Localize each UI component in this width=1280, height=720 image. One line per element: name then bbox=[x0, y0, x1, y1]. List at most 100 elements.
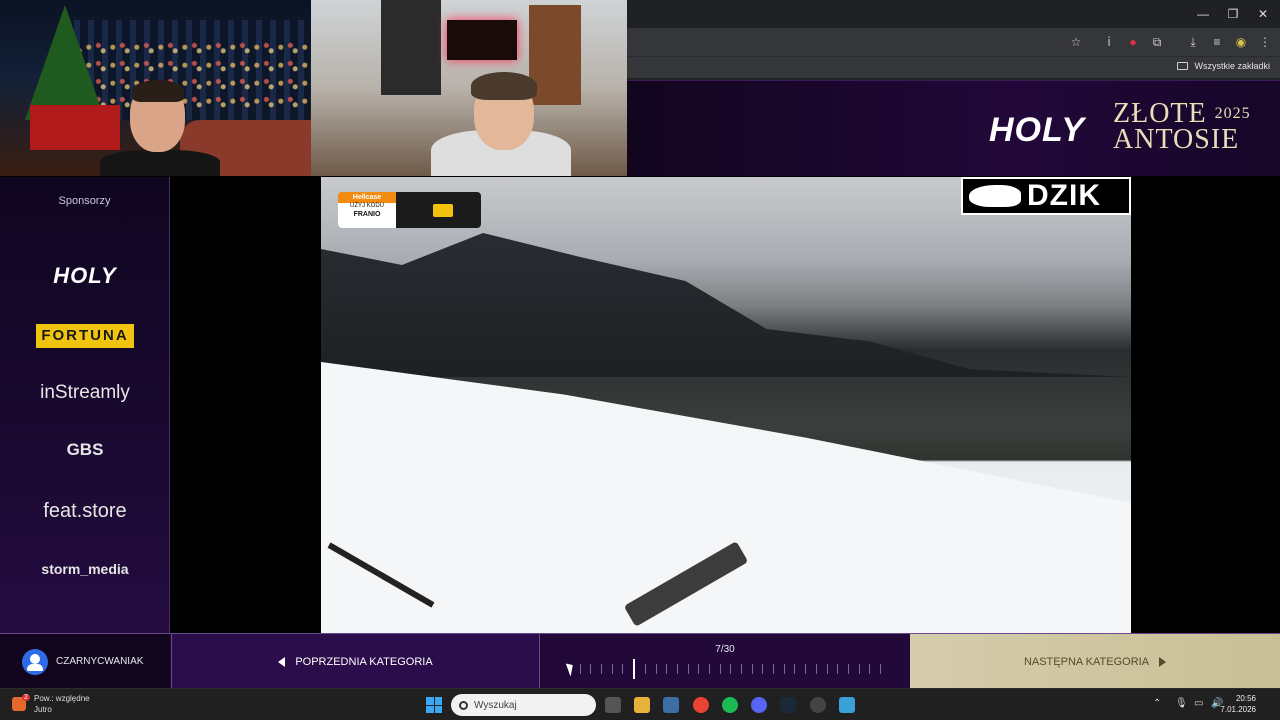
menu-icon[interactable]: ⋮ bbox=[1257, 34, 1273, 50]
app-icon[interactable] bbox=[839, 697, 855, 713]
event-banner: HOLY ZŁOTE 2025 ANTOSIE bbox=[627, 80, 1280, 176]
previous-category-label: POPRZEDNIA KATEGORIA bbox=[295, 655, 433, 668]
weather-widget[interactable]: 2 Pow.: względne Jutro bbox=[12, 693, 90, 715]
progress-tick bbox=[762, 664, 764, 674]
weather-text: Pow.: względne Jutro bbox=[34, 693, 90, 715]
download-icon[interactable]: ⤓ bbox=[1185, 34, 1201, 50]
browser-window: — ❐ ✕ ☆ ⅰ ● ⧉ ⤓ ≡ ◉ ⋮ Wszystkie zakładki bbox=[627, 0, 1280, 80]
browser-toolbar: ☆ ⅰ ● ⧉ ⤓ ≡ ◉ ⋮ bbox=[627, 28, 1280, 56]
progress-tick bbox=[847, 664, 849, 674]
bookmarks-bar: Wszystkie zakładki bbox=[627, 56, 1280, 78]
progress-tick bbox=[590, 664, 592, 674]
progress-tick bbox=[622, 664, 624, 674]
record-icon[interactable]: ● bbox=[1125, 34, 1141, 50]
progress-tick bbox=[879, 664, 881, 674]
sponsors-sidebar: Sponsorzy HOLY FORTUNA inStreamly GBS fe… bbox=[0, 177, 170, 633]
progress-ticks bbox=[569, 659, 881, 679]
search-icon bbox=[459, 700, 468, 710]
network-icon[interactable]: ▭ bbox=[1194, 698, 1203, 709]
shelf bbox=[381, 0, 441, 95]
microphone-icon[interactable]: 🎙 bbox=[1175, 698, 1188, 709]
minimize-button[interactable]: — bbox=[1189, 4, 1217, 24]
arrow-right-icon bbox=[1159, 656, 1167, 667]
windows-taskbar: 2 Pow.: względne Jutro Wyszukaj ⌃ 🎙 ▭ 🔊 … bbox=[0, 688, 1280, 720]
clock[interactable]: 20:56 7.01.2026 bbox=[1220, 693, 1256, 715]
avatar bbox=[22, 648, 48, 675]
category-progress: 7/30 bbox=[541, 634, 909, 689]
user-info: CZARNYCWANIAK bbox=[0, 634, 170, 689]
hellcase-badge: Hellcase UŻYJ KODU FRANIO bbox=[338, 192, 396, 228]
all-bookmarks-button[interactable]: Wszystkie zakładki bbox=[1177, 61, 1270, 71]
store-icon[interactable] bbox=[663, 697, 679, 713]
folder-icon bbox=[1177, 62, 1189, 70]
weather-icon: 2 bbox=[12, 694, 30, 711]
progress-tick bbox=[611, 664, 613, 674]
spotify-icon[interactable] bbox=[722, 697, 738, 713]
steam-icon[interactable] bbox=[780, 697, 796, 713]
previous-category-button[interactable]: POPRZEDNIA KATEGORIA bbox=[171, 634, 540, 689]
progress-tick-active bbox=[633, 659, 636, 679]
restore-button[interactable]: ❐ bbox=[1219, 4, 1247, 24]
progress-tick bbox=[601, 664, 603, 674]
next-category-button[interactable]: NASTĘPNA KATEGORIA bbox=[910, 634, 1280, 689]
progress-label: 7/30 bbox=[715, 644, 735, 655]
sponsor-featstore: feat.store bbox=[43, 500, 127, 522]
dzik-label: DZIK bbox=[1027, 179, 1101, 212]
gifts bbox=[30, 105, 120, 150]
webcam-left bbox=[0, 0, 311, 176]
progress-tick bbox=[837, 664, 839, 674]
streamer-body bbox=[100, 150, 220, 176]
puzzle-icon[interactable]: ⧉ bbox=[1149, 34, 1165, 50]
progress-tick bbox=[698, 664, 700, 674]
profile-icon[interactable]: ◉ bbox=[1233, 34, 1249, 50]
obs-icon[interactable] bbox=[810, 697, 826, 713]
all-bookmarks-label: Wszystkie zakładki bbox=[1194, 61, 1270, 71]
time: 20:56 bbox=[1235, 694, 1256, 703]
close-button[interactable]: ✕ bbox=[1249, 4, 1277, 24]
start-button[interactable] bbox=[426, 697, 442, 713]
extension-icon[interactable]: ⅰ bbox=[1101, 34, 1117, 50]
dzik-logo: DZIK bbox=[961, 177, 1131, 215]
weather-badge: 2 bbox=[22, 694, 30, 701]
sponsors-title: Sponsorzy bbox=[58, 195, 111, 207]
chrome-icon[interactable] bbox=[693, 697, 709, 713]
progress-tick bbox=[676, 664, 678, 674]
progress-tick bbox=[708, 664, 710, 674]
progress-tick bbox=[794, 664, 796, 674]
event-title: ZŁOTE 2025 ANTOSIE bbox=[1113, 100, 1251, 155]
sponsor-stormmedia: storm_media bbox=[41, 561, 129, 577]
titlebar: — ❐ ✕ bbox=[627, 0, 1280, 28]
taskbar-search[interactable]: Wyszukaj bbox=[451, 694, 596, 716]
snow-slope bbox=[321, 362, 1131, 633]
task-view-icon[interactable] bbox=[605, 697, 621, 713]
sponsor-instreamly: inStreamly bbox=[40, 382, 130, 403]
discord-icon[interactable] bbox=[751, 697, 767, 713]
file-explorer-icon[interactable] bbox=[634, 697, 650, 713]
event-title-line2: ANTOSIE bbox=[1113, 124, 1240, 155]
progress-tick bbox=[869, 664, 871, 674]
sponsor-gbs: GBS bbox=[66, 440, 104, 459]
star-icon[interactable]: ☆ bbox=[1068, 34, 1084, 50]
date: 7.01.2026 bbox=[1220, 705, 1256, 714]
search-placeholder: Wyszukaj bbox=[474, 699, 517, 711]
progress-tick bbox=[730, 664, 732, 674]
webcam-right bbox=[311, 0, 627, 176]
christmas-tree bbox=[25, 5, 105, 120]
boar-icon bbox=[969, 185, 1021, 207]
progress-tick bbox=[719, 664, 721, 674]
progress-tick bbox=[687, 664, 689, 674]
sponsor-holy: HOLY bbox=[53, 263, 117, 288]
chevron-up-icon[interactable]: ⌃ bbox=[1153, 698, 1161, 709]
category-bar: CZARNYCWANIAK POPRZEDNIA KATEGORIA 7/30 … bbox=[0, 633, 1280, 689]
holy-logo: HOLY bbox=[989, 111, 1085, 149]
progress-tick bbox=[783, 664, 785, 674]
progress-tick bbox=[815, 664, 817, 674]
username: CZARNYCWANIAK bbox=[56, 656, 144, 667]
progress-tick bbox=[655, 664, 657, 674]
event-year: 2025 bbox=[1214, 105, 1251, 122]
progress-tick bbox=[773, 664, 775, 674]
video-player[interactable]: Hellcase UŻYJ KODU FRANIO DZIK bbox=[321, 177, 1131, 633]
hellcase-promo: Hellcase UŻYJ KODU FRANIO bbox=[338, 192, 481, 228]
guest-hair bbox=[471, 72, 537, 100]
reading-list-icon[interactable]: ≡ bbox=[1209, 34, 1225, 50]
